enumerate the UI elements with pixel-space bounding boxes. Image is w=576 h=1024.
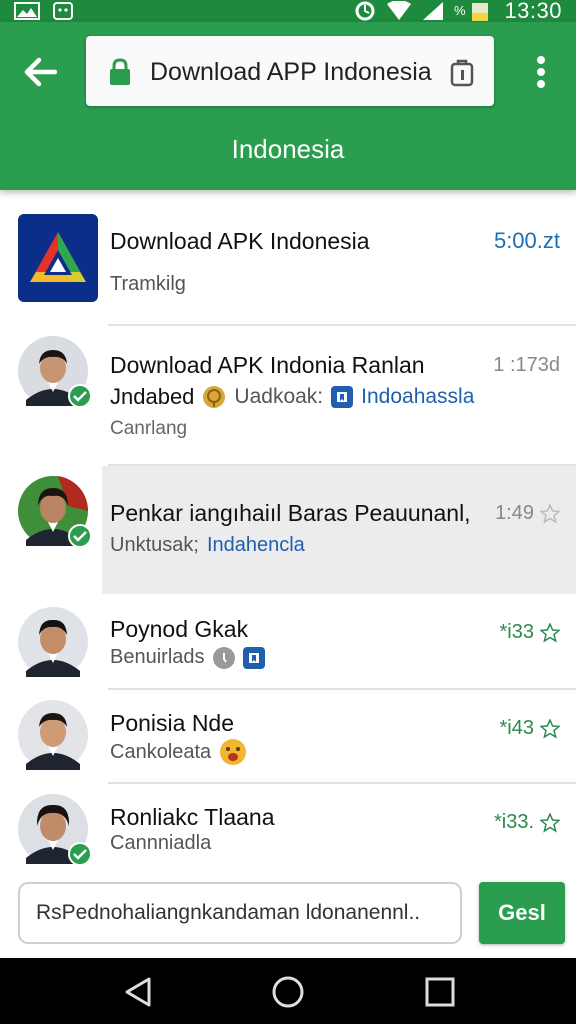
- nav-home-icon[interactable]: [271, 975, 305, 1009]
- back-arrow-icon: [24, 57, 57, 87]
- preview-link[interactable]: Indoahassla: [361, 385, 474, 409]
- avatar: [18, 700, 88, 770]
- clock: 13:30: [504, 0, 562, 23]
- compose-bar: Gesl: [0, 872, 576, 958]
- row-highlight: [102, 466, 576, 594]
- emoji-icon: [203, 386, 226, 408]
- item-preview: Benuirlads: [110, 646, 265, 669]
- item-title: Ronliakc Tlaana: [110, 804, 275, 830]
- list-item[interactable]: Poynod Gkak Benuirlads *i33: [0, 594, 576, 690]
- avatar: [18, 336, 92, 408]
- item-title: Download APK Indonesia: [110, 228, 370, 254]
- android-notification-icon: [53, 2, 73, 20]
- avatar: [18, 607, 88, 677]
- lock-icon: [110, 58, 130, 85]
- item-time: 5:00.zt: [493, 228, 560, 253]
- star-icon[interactable]: [540, 503, 560, 524]
- back-button[interactable]: [18, 52, 62, 92]
- message-input[interactable]: [18, 882, 462, 944]
- emoji-icon: [220, 739, 247, 765]
- preview-label: Unktusak;: [110, 534, 199, 556]
- item-subtitle: Cannniadla: [110, 832, 212, 854]
- list-item[interactable]: Ponisia Nde Cankoleata *i43: [0, 690, 576, 784]
- item-time: *i43: [499, 717, 534, 739]
- item-title: Poynod Gkak: [110, 616, 249, 642]
- item-title: Penkar iangıhaiıl Baras Peauunanl,: [110, 500, 471, 526]
- item-time-group: *i43: [500, 717, 560, 740]
- app-badge-icon: [242, 646, 265, 669]
- avatar: [18, 794, 92, 866]
- item-time: *i33: [499, 621, 534, 643]
- system-nav-bar: [0, 958, 576, 1024]
- status-bar: % 13:30: [0, 0, 576, 22]
- page-title: Indonesia: [231, 134, 345, 164]
- send-button[interactable]: Gesl: [479, 882, 565, 944]
- verified-icon: [68, 524, 92, 548]
- item-title: Ponisia Nde: [110, 710, 235, 736]
- item-time: 1:49: [495, 502, 534, 524]
- preview-label: Cankoleata: [110, 740, 212, 763]
- preview-label: Uadkoak:: [234, 385, 324, 408]
- item-time-group: *i33: [500, 621, 560, 644]
- app-logo: [18, 214, 98, 302]
- list-item[interactable]: Download APK Indonesia Tramkilg 5:00.zt: [0, 196, 576, 326]
- item-time-group: 1:49: [495, 502, 560, 525]
- item-time: *i33.: [493, 811, 534, 833]
- list-item[interactable]: Penkar iangıhaiıl Baras Peauunanl, Unktu…: [0, 466, 576, 594]
- address-bar-url: Download APP Indonesia: [150, 58, 432, 86]
- star-icon[interactable]: [540, 812, 560, 833]
- preview-label: Benuirlads: [110, 646, 205, 668]
- nav-recents-icon[interactable]: [423, 975, 457, 1009]
- overflow-menu-icon[interactable]: [526, 52, 556, 92]
- item-preview: Unktusak; Indahencla: [110, 534, 305, 557]
- item-preview: Cankoleata: [110, 738, 247, 766]
- app-badge-icon: [331, 386, 354, 408]
- verified-icon: [68, 384, 92, 408]
- signal-icon: [423, 2, 444, 20]
- item-time: 1 :173d: [493, 354, 560, 376]
- wifi-icon: [387, 1, 412, 20]
- preview-link[interactable]: Indahencla: [207, 534, 305, 557]
- list-item[interactable]: Download APK Indonia Ranlan Jndabed Uadk…: [0, 326, 576, 466]
- app-logo-icon: [30, 232, 86, 282]
- star-icon[interactable]: [540, 622, 560, 643]
- svg-text:%: %: [454, 3, 466, 18]
- item-preview: Jndabed Uadkoak: Indoahassla: [110, 384, 474, 410]
- item-title: Download APK Indonia Ranlan: [110, 352, 425, 378]
- star-icon[interactable]: [540, 718, 560, 739]
- avatar: [18, 476, 92, 548]
- sync-icon: [355, 1, 375, 21]
- item-status: Canrlang: [110, 418, 188, 439]
- browser-toolbar: Download APP Indonesia Indonesia: [0, 22, 576, 190]
- clock-icon: [212, 646, 235, 669]
- item-subtitle: Tramkilg: [110, 273, 186, 295]
- item-time-group: *i33.: [494, 811, 560, 834]
- nav-back-icon[interactable]: [121, 975, 155, 1009]
- list-item[interactable]: Ronliakc Tlaana Cannniadla *i33.: [0, 784, 576, 872]
- address-bar[interactable]: Download APP Indonesia: [86, 36, 494, 106]
- preview-sender: Jndabed: [110, 384, 195, 409]
- battery-icon: %: [454, 3, 489, 21]
- verified-icon: [68, 842, 92, 866]
- tabs-icon[interactable]: [450, 59, 474, 87]
- image-notification-icon: [14, 2, 40, 20]
